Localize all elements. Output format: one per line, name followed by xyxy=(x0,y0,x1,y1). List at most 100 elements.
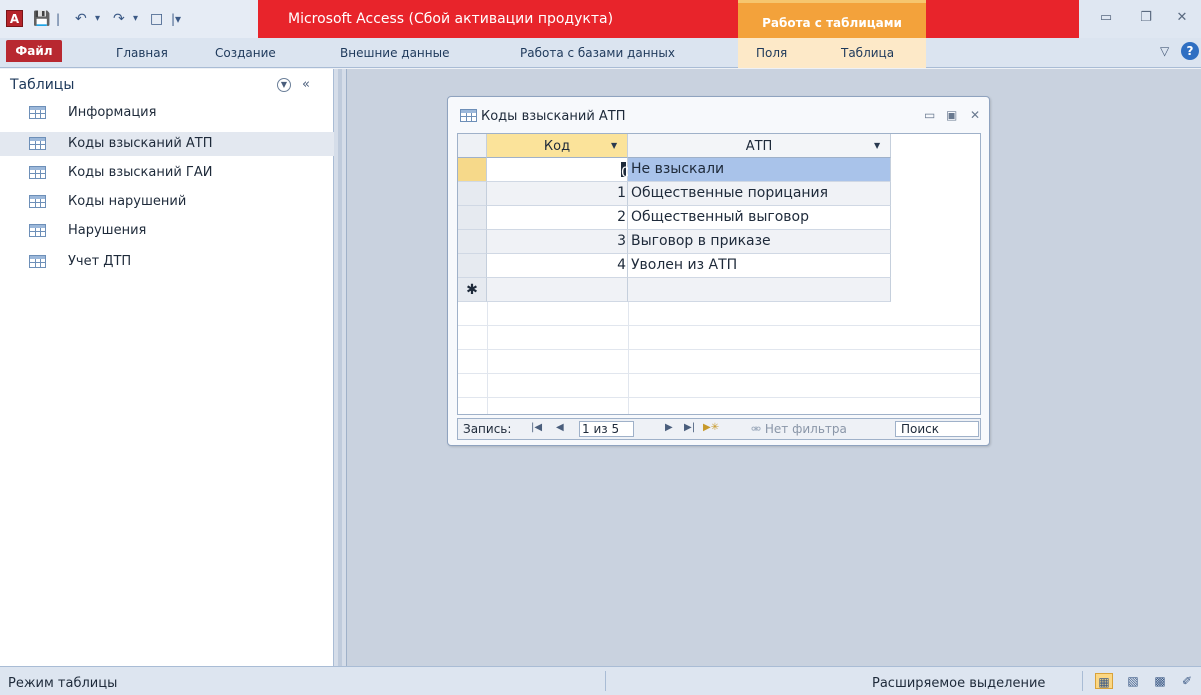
nav-pane-splitter[interactable] xyxy=(334,69,347,666)
tab-external-data[interactable]: Внешние данные xyxy=(340,44,449,62)
cell-code[interactable]: 2 xyxy=(487,206,628,230)
record-selector[interactable] xyxy=(458,206,487,230)
column-header-label: АТП xyxy=(745,139,773,154)
search-input[interactable]: Поиск xyxy=(895,421,979,437)
title-bar: A 💾 | ↶ ▾ ↷ ▾ □ |▾ Microsoft Access (Сбо… xyxy=(0,0,1201,38)
table-row[interactable]: 3 Выговор в приказе xyxy=(458,230,980,254)
new-document-icon[interactable]: □ xyxy=(150,9,163,29)
undo-icon[interactable]: ↶ xyxy=(75,9,87,29)
customize-qat-icon[interactable]: |▾ xyxy=(171,9,181,29)
nav-pane-collapse-icon[interactable]: « xyxy=(302,78,310,92)
table-icon xyxy=(29,106,46,119)
table-row[interactable]: 2 Общественный выговор xyxy=(458,206,980,230)
nav-pane-dropdown-icon[interactable]: ▼ xyxy=(277,78,291,92)
new-record-row[interactable]: ✱ xyxy=(458,278,980,302)
view-mode-label: Режим таблицы xyxy=(8,676,118,691)
pivot-chart-view-icon[interactable]: ▩ xyxy=(1151,673,1169,689)
undo-dropdown-icon[interactable]: ▾ xyxy=(95,9,100,29)
table-icon xyxy=(29,224,46,237)
record-label: Запись: xyxy=(463,422,512,436)
tab-database-tools[interactable]: Работа с базами данных xyxy=(520,44,675,62)
record-navigation-bar: Запись: |◀ ◀ 1 из 5 ▶ ▶| ▶✳ ⚮ Нет фильтр… xyxy=(457,418,981,440)
table-row[interactable]: 0 Не взыскали xyxy=(458,158,980,182)
tab-create[interactable]: Создание xyxy=(215,44,276,62)
nav-pane-header[interactable]: Таблицы ▼ « xyxy=(0,69,334,99)
nav-item-information[interactable]: Информация xyxy=(0,101,334,125)
window-close-icon[interactable]: ✕ xyxy=(970,108,980,122)
nav-item-violation-codes[interactable]: Коды нарушений xyxy=(0,190,334,214)
window-minimize-icon[interactable]: ▭ xyxy=(924,108,935,122)
access-app-icon[interactable]: A xyxy=(6,10,23,27)
previous-record-icon[interactable]: ◀ xyxy=(556,422,564,433)
window-restore-icon[interactable]: ▣ xyxy=(946,108,957,122)
tab-file[interactable]: Файл xyxy=(6,40,62,62)
nav-item-atp-penalty-codes[interactable]: Коды взысканий АТП xyxy=(0,132,334,156)
record-selector[interactable] xyxy=(458,254,487,278)
pivot-table-view-icon[interactable]: ▧ xyxy=(1124,673,1142,689)
table-icon xyxy=(29,166,46,179)
nav-item-label: Коды нарушений xyxy=(68,194,187,209)
minimize-icon[interactable]: ▭ xyxy=(1095,9,1117,27)
new-record-icon[interactable]: ✱ xyxy=(458,278,487,302)
restore-icon[interactable]: ❐ xyxy=(1135,9,1157,27)
cell-atp[interactable] xyxy=(628,278,891,302)
cell-atp[interactable]: Общественный выговор xyxy=(628,206,891,230)
filter-icon: ⚮ xyxy=(751,422,762,436)
cell-cursor: 0 xyxy=(621,161,630,181)
filter-label: Нет фильтра xyxy=(764,422,847,436)
new-record-nav-icon[interactable]: ▶✳ xyxy=(703,422,719,433)
save-icon[interactable]: 💾 xyxy=(33,9,50,29)
nav-pane-title: Таблицы xyxy=(10,77,75,93)
record-selector[interactable] xyxy=(458,158,487,182)
empty-grid-row xyxy=(458,302,980,326)
tab-home[interactable]: Главная xyxy=(116,44,168,62)
table-row[interactable]: 1 Общественные порицания xyxy=(458,182,980,206)
column-header-atp[interactable]: АТП ▼ xyxy=(628,134,891,158)
context-tab-group: Работа с таблицами xyxy=(738,0,926,38)
cell-atp[interactable]: Не взыскали xyxy=(628,158,891,182)
table-icon xyxy=(29,255,46,268)
cell-atp[interactable]: Общественные порицания xyxy=(628,182,891,206)
table-window-titlebar[interactable]: Коды взысканий АТП ▭ ▣ ✕ xyxy=(448,97,989,131)
window-controls: ▭ ❐ ✕ xyxy=(1079,0,1201,38)
column-filter-dropdown-icon[interactable]: ▼ xyxy=(874,141,880,150)
column-filter-dropdown-icon[interactable]: ▼ xyxy=(611,141,617,150)
nav-item-label: Коды взысканий АТП xyxy=(68,136,213,151)
ribbon-tabs: Файл Главная Создание Внешние данные Раб… xyxy=(0,38,1201,68)
filter-indicator[interactable]: ⚮ Нет фильтра xyxy=(751,421,889,437)
window-title: Microsoft Access (Сбой активации продукт… xyxy=(288,11,614,27)
close-icon[interactable]: ✕ xyxy=(1171,9,1193,27)
tab-table[interactable]: Таблица xyxy=(841,44,894,62)
table-row[interactable]: 4 Уволен из АТП xyxy=(458,254,980,278)
nav-item-gai-penalty-codes[interactable]: Коды взысканий ГАИ xyxy=(0,161,334,185)
cell-code[interactable]: 3 xyxy=(487,230,628,254)
redo-dropdown-icon[interactable]: ▾ xyxy=(133,9,138,29)
datasheet-view-icon[interactable]: ▦ xyxy=(1095,673,1113,689)
tab-fields[interactable]: Поля xyxy=(756,44,787,62)
select-all-corner[interactable] xyxy=(458,134,487,158)
record-selector[interactable] xyxy=(458,230,487,254)
ribbon-minimize-icon[interactable]: ▽ xyxy=(1160,44,1169,58)
nav-item-violations[interactable]: Нарушения xyxy=(0,219,334,243)
column-header-code[interactable]: Код ▼ xyxy=(487,134,628,158)
cell-code[interactable]: 4 xyxy=(487,254,628,278)
cell-code[interactable]: 0 xyxy=(487,158,630,182)
table-icon xyxy=(460,109,477,122)
quick-access-toolbar: A 💾 | ↶ ▾ ↷ ▾ □ |▾ xyxy=(0,0,258,38)
qat-separator-icon: | xyxy=(56,12,61,26)
title-area: Microsoft Access (Сбой активации продукт… xyxy=(258,0,738,38)
redo-icon[interactable]: ↷ xyxy=(113,9,125,29)
nav-item-accidents[interactable]: Учет ДТП xyxy=(0,250,334,274)
last-record-icon[interactable]: ▶| xyxy=(684,422,695,433)
cell-atp[interactable]: Выговор в приказе xyxy=(628,230,891,254)
help-icon[interactable]: ? xyxy=(1181,42,1199,60)
cell-atp[interactable]: Уволен из АТП xyxy=(628,254,891,278)
next-record-icon[interactable]: ▶ xyxy=(665,422,673,433)
nav-item-label: Нарушения xyxy=(68,223,147,238)
design-view-icon[interactable]: ✐ xyxy=(1178,673,1196,689)
record-selector[interactable] xyxy=(458,182,487,206)
first-record-icon[interactable]: |◀ xyxy=(531,422,542,433)
cell-code[interactable] xyxy=(487,278,628,302)
cell-code[interactable]: 1 xyxy=(487,182,628,206)
record-position-input[interactable]: 1 из 5 xyxy=(579,421,634,437)
